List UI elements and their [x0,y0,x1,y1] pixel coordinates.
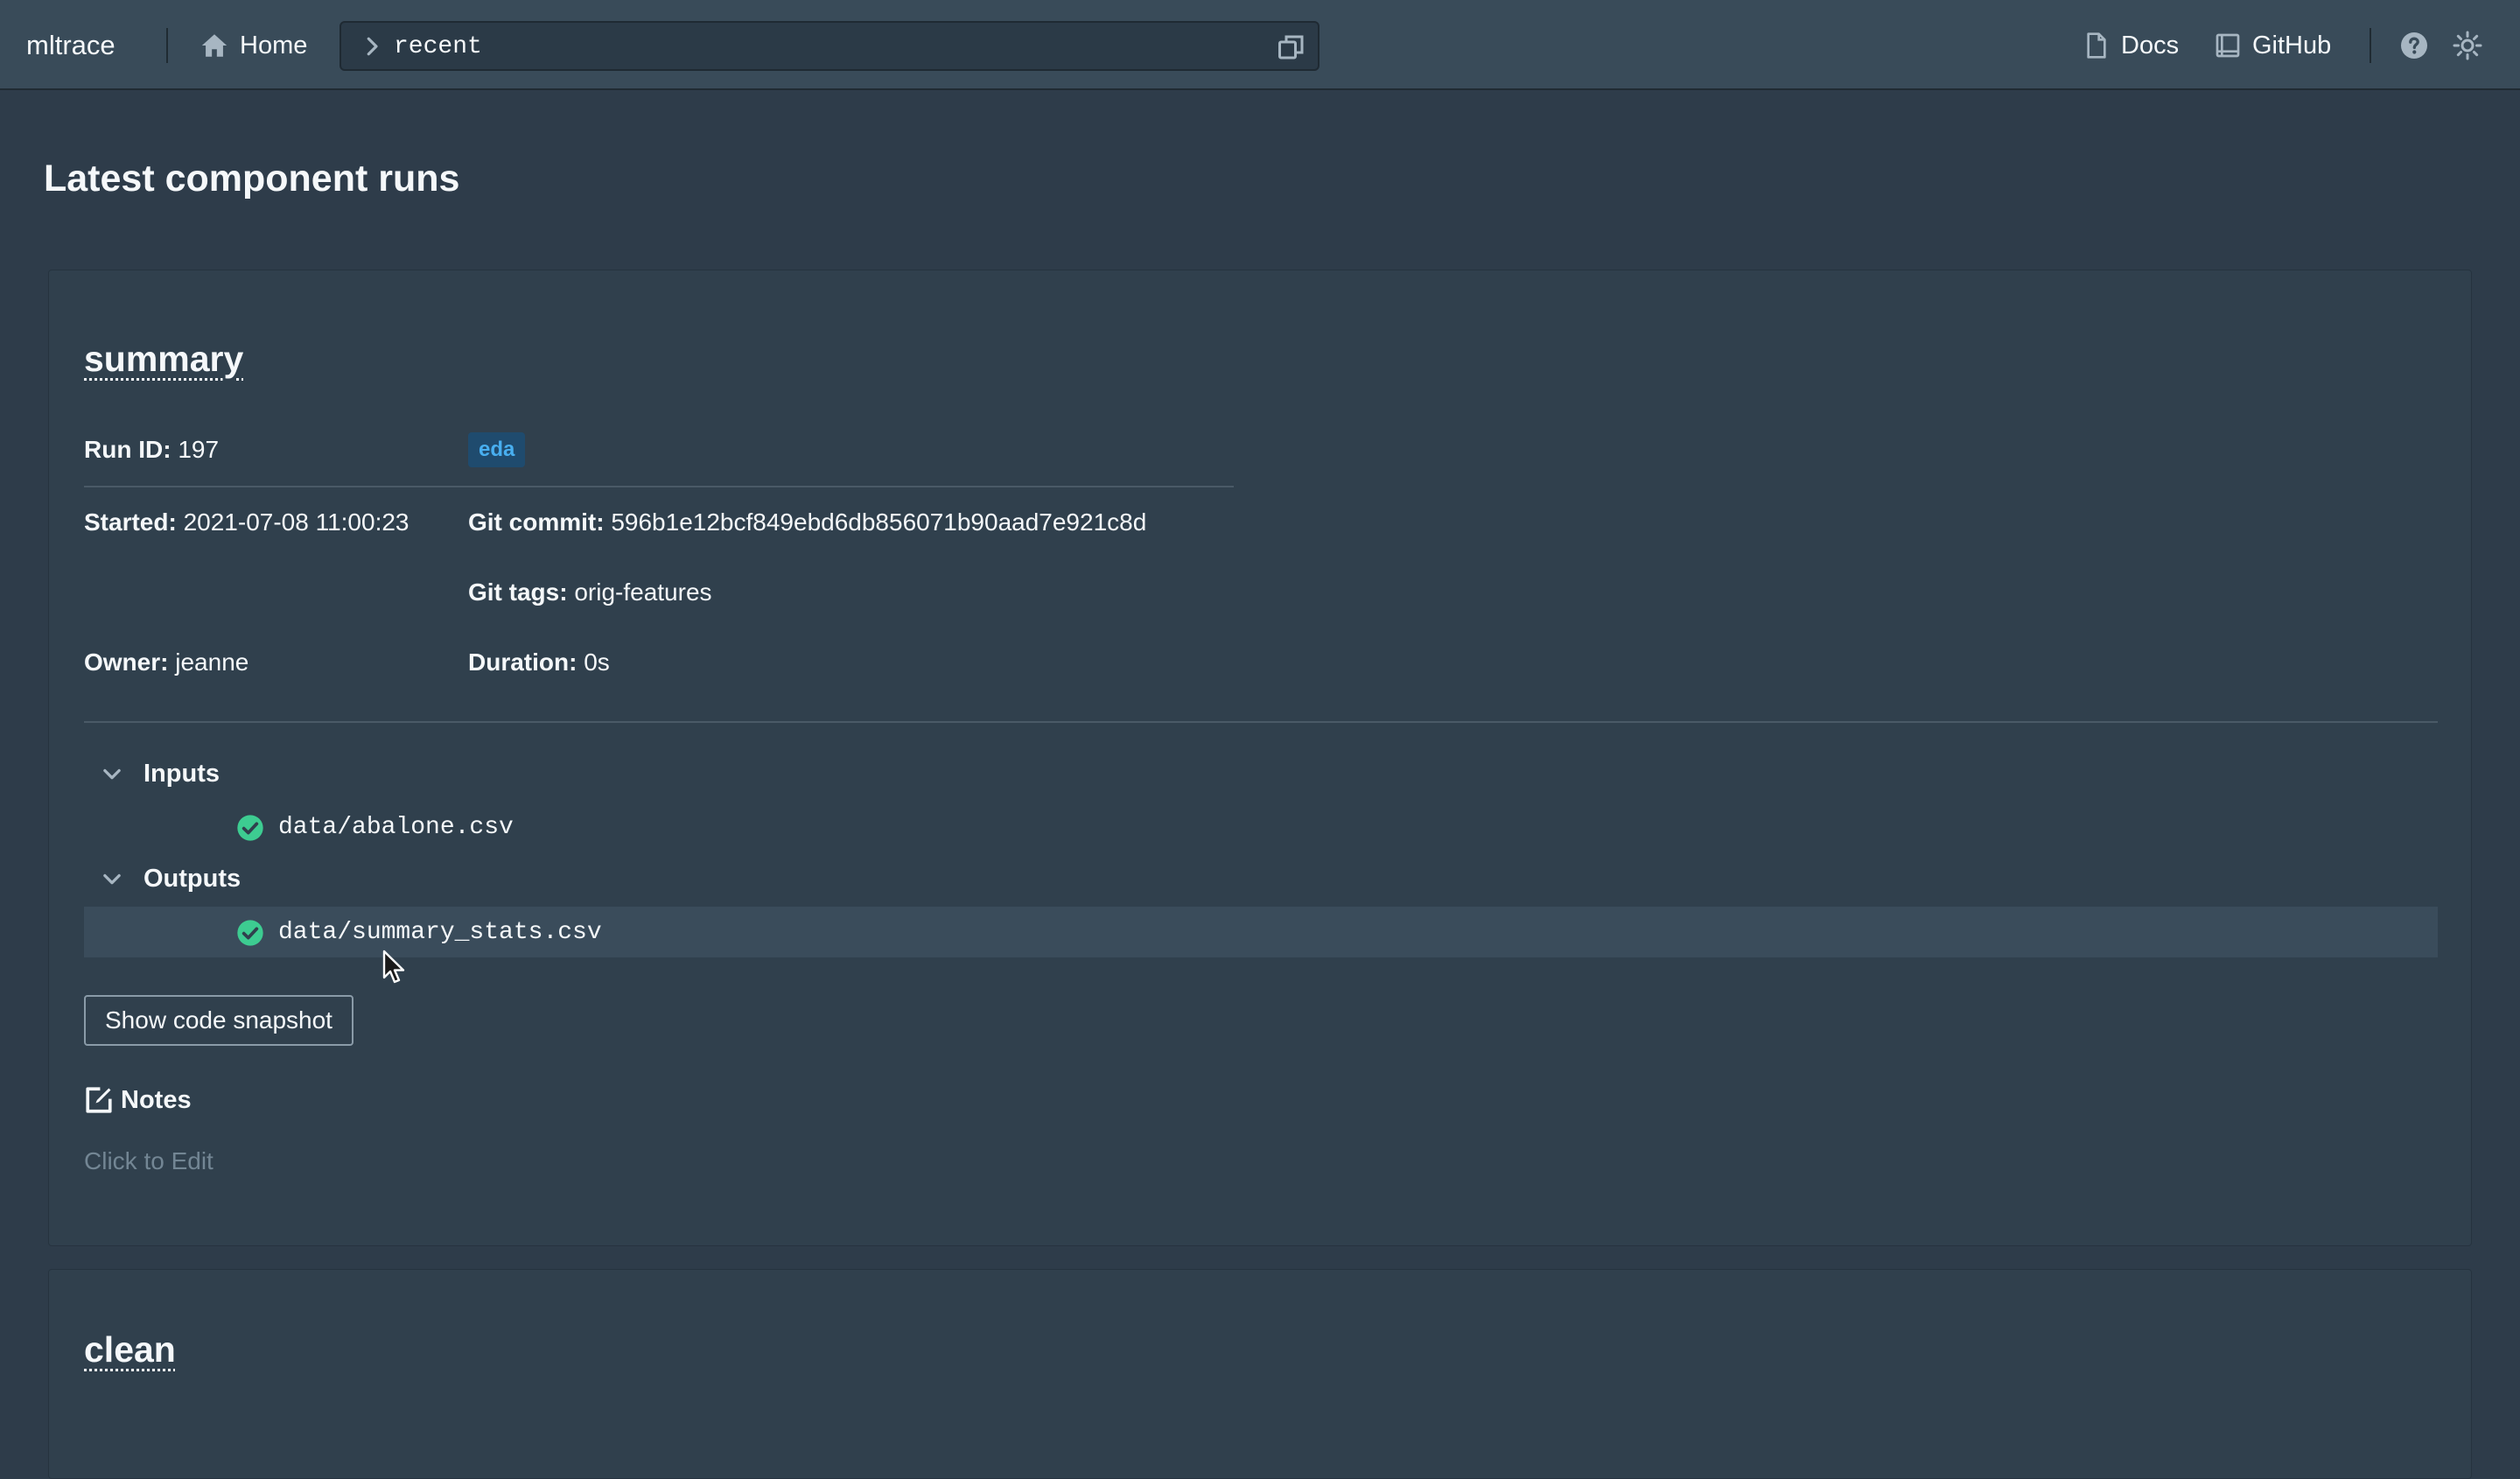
home-label: Home [240,31,308,60]
component-name-link[interactable]: summary [84,339,243,380]
success-check-icon [237,815,263,841]
book-icon [2216,33,2240,58]
duration: Duration: 0s [468,645,610,680]
run-id-label: Run ID: [84,436,172,463]
docs-label: Docs [2121,31,2180,60]
search-box[interactable] [340,21,1320,71]
git-tags-value: orig-features [574,578,712,606]
page-title: Latest component runs [44,158,460,200]
component-name-link[interactable]: clean [84,1329,176,1370]
search-input[interactable] [394,30,1251,63]
notes-label: Notes [121,1085,192,1114]
run-card: clean [48,1269,2472,1479]
duration-value: 0s [584,648,610,676]
run-tag[interactable]: eda [468,432,526,467]
chevron-down-icon [103,873,121,885]
inputs-toggle[interactable]: Inputs [100,756,220,791]
owner: Owner: jeanne [84,645,248,680]
navbar-divider [2370,28,2371,63]
git-tags: Git tags: orig-features [468,575,712,610]
chevron-down-icon [103,768,121,780]
owner-value: jeanne [175,648,249,676]
copy-icon[interactable] [1276,32,1307,63]
outputs-label: Outputs [144,864,242,893]
run-id-value: 197 [178,436,220,463]
app-brand[interactable]: mltrace [26,26,116,65]
git-tags-label: Git tags: [468,578,568,606]
artifact-name: data/summary_stats.csv [278,919,602,946]
chevron-right-icon [367,37,378,56]
notes-heading: Notes [84,1083,192,1118]
duration-label: Duration: [468,648,578,676]
github-label: GitHub [2252,31,2332,60]
owner-label: Owner: [84,648,169,676]
run-id: Run ID: 197 [84,432,219,467]
input-artifact[interactable]: data/abalone.csv [84,802,2438,852]
success-check-icon [237,920,263,946]
home-icon [201,34,228,57]
divider [84,721,2438,723]
outputs-toggle[interactable]: Outputs [100,861,241,896]
home-button[interactable]: Home [200,26,307,65]
started: Started: 2021-07-08 11:00:23 [84,505,410,540]
navbar-divider [166,28,168,63]
help-icon[interactable] [2398,30,2430,61]
notes-editable[interactable]: Click to Edit [84,1147,214,1175]
mouse-cursor-icon [382,950,405,984]
git-commit-value: 596b1e12bcf849ebd6db856071b90aad7e921c8d [611,508,1147,536]
theme-toggle-sun-icon[interactable] [2452,30,2483,61]
top-navbar: mltrace Home Docs GitHub [0,0,2520,90]
docs-link[interactable]: Docs [2082,26,2179,65]
started-value: 2021-07-08 11:00:23 [183,508,410,536]
git-commit: Git commit: 596b1e12bcf849ebd6db856071b9… [468,505,1146,540]
started-label: Started: [84,508,177,536]
git-commit-label: Git commit: [468,508,605,536]
edit-icon [86,1087,112,1113]
artifact-name: data/abalone.csv [278,814,514,841]
run-card: summary Run ID: 197 eda Started: 2021-07… [48,270,2472,1246]
document-icon [2087,32,2106,59]
divider [84,486,1234,487]
show-code-snapshot-button[interactable]: Show code snapshot [84,995,354,1046]
github-link[interactable]: GitHub [2214,26,2331,65]
output-artifact[interactable]: data/summary_stats.csv [84,907,2438,957]
inputs-label: Inputs [144,759,220,788]
